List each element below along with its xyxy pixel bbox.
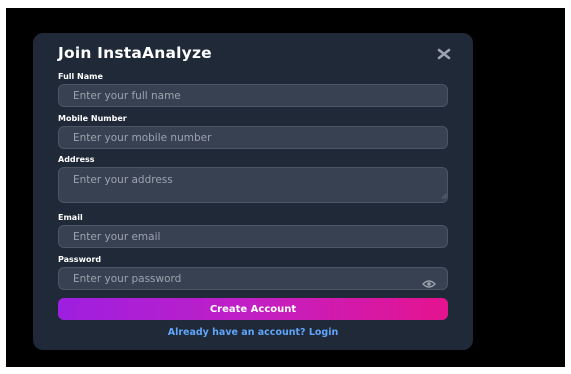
address-label: Address — [58, 155, 95, 164]
close-icon — [437, 48, 451, 60]
full-name-label: Full Name — [58, 72, 103, 81]
modal-title: Join InstaAnalyze — [58, 44, 212, 62]
email-input[interactable] — [58, 225, 448, 248]
full-name-input[interactable] — [58, 84, 448, 107]
resize-grip-icon[interactable] — [441, 193, 447, 199]
create-account-button[interactable]: Create Account — [58, 298, 448, 320]
login-link[interactable]: Already have an account? Login — [33, 327, 473, 338]
address-textarea[interactable] — [58, 167, 448, 203]
mobile-number-label: Mobile Number — [58, 114, 127, 123]
email-label: Email — [58, 213, 83, 222]
close-button[interactable] — [435, 45, 453, 63]
signup-modal: Join InstaAnalyze Full Name Mobile Numbe… — [33, 33, 473, 350]
password-input[interactable] — [58, 267, 448, 290]
eye-icon — [422, 280, 436, 288]
password-toggle-button[interactable] — [422, 274, 436, 288]
password-label: Password — [58, 255, 102, 264]
mobile-number-input[interactable] — [58, 126, 448, 149]
